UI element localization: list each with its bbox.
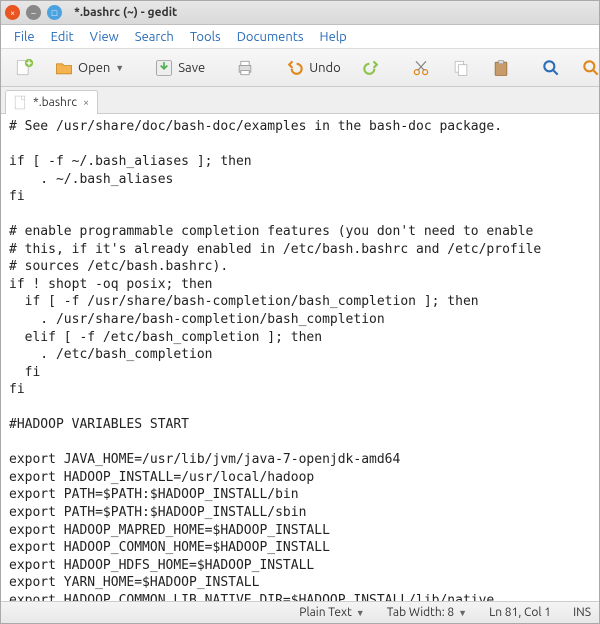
menu-tools[interactable]: Tools — [183, 28, 228, 46]
find-replace-button[interactable] — [574, 54, 600, 82]
chevron-down-icon: ▼ — [115, 63, 124, 73]
copy-icon — [451, 58, 471, 78]
status-bar: Plain Text▼ Tab Width: 8▼ Ln 81, Col 1 I… — [1, 601, 599, 623]
undo-icon — [285, 58, 305, 78]
folder-open-icon — [54, 58, 74, 78]
status-tabwidth[interactable]: Tab Width: 8▼ — [387, 606, 467, 619]
search-replace-icon — [581, 58, 600, 78]
menu-file[interactable]: File — [7, 28, 42, 46]
undo-button[interactable]: Undo — [278, 54, 348, 82]
print-button[interactable] — [228, 54, 262, 82]
clipboard-icon — [491, 58, 511, 78]
copy-button[interactable] — [444, 54, 478, 82]
window-title: *.bashrc (~) - gedit — [74, 6, 177, 19]
window-titlebar: × – □ *.bashrc (~) - gedit — [1, 1, 599, 25]
menu-documents[interactable]: Documents — [230, 28, 311, 46]
file-icon — [14, 95, 27, 110]
undo-label: Undo — [309, 61, 341, 75]
toolbar: Open ▼ Save Undo — [1, 49, 599, 87]
document-tab[interactable]: *.bashrc × — [5, 90, 98, 114]
chevron-down-icon: ▼ — [356, 608, 365, 618]
search-icon — [541, 58, 561, 78]
menu-view[interactable]: View — [83, 28, 126, 46]
tab-bar: *.bashrc × — [1, 87, 599, 114]
redo-icon — [361, 58, 381, 78]
find-button[interactable] — [534, 54, 568, 82]
save-button[interactable]: Save — [147, 54, 212, 82]
paste-button[interactable] — [484, 54, 518, 82]
printer-icon — [235, 58, 255, 78]
new-button[interactable] — [7, 54, 41, 82]
window-maximize-button[interactable]: □ — [47, 5, 62, 20]
tab-label: *.bashrc — [33, 96, 77, 109]
window-close-button[interactable]: × — [5, 5, 20, 20]
status-insert-mode[interactable]: INS — [573, 606, 591, 619]
editor-area[interactable]: # See /usr/share/doc/bash-doc/examples i… — [1, 114, 599, 601]
menu-search[interactable]: Search — [128, 28, 181, 46]
save-label: Save — [178, 61, 205, 75]
menu-edit[interactable]: Edit — [44, 28, 81, 46]
editor-content[interactable]: # See /usr/share/doc/bash-doc/examples i… — [9, 119, 541, 601]
open-button[interactable]: Open ▼ — [47, 54, 131, 82]
redo-button[interactable] — [354, 54, 388, 82]
open-label: Open — [78, 61, 110, 75]
window-minimize-button[interactable]: – — [26, 5, 41, 20]
cut-button[interactable] — [404, 54, 438, 82]
new-file-icon — [14, 58, 34, 78]
scissors-icon — [411, 58, 431, 78]
menu-help[interactable]: Help — [313, 28, 354, 46]
menu-bar: File Edit View Search Tools Documents He… — [1, 25, 599, 49]
status-position: Ln 81, Col 1 — [489, 606, 551, 619]
save-icon — [154, 58, 174, 78]
tab-close-icon[interactable]: × — [83, 97, 89, 109]
chevron-down-icon: ▼ — [458, 608, 467, 618]
status-language[interactable]: Plain Text▼ — [299, 606, 364, 619]
